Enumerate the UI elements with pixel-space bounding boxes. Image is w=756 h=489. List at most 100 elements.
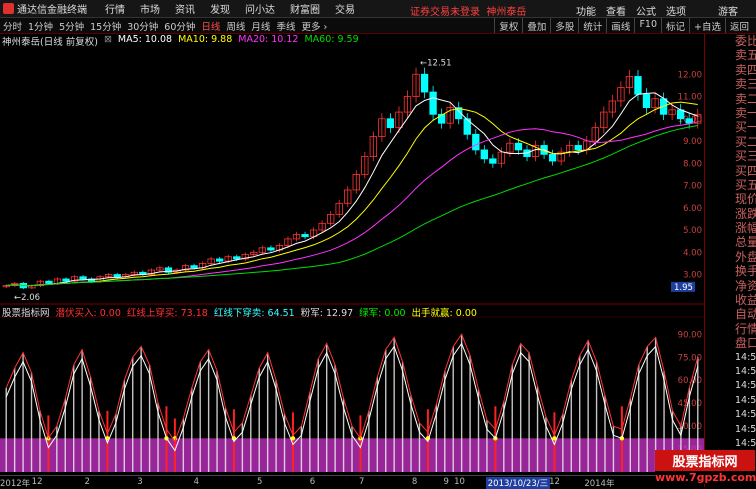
quote-label: 14:50: [735, 394, 756, 406]
candle-body: [233, 256, 241, 260]
chart-tools: 复权 叠加 多股 统计 画线 F10 标记 +自选 返回: [494, 18, 753, 33]
main-menu: 行情 市场 资讯 发现 问小达 财富圈 交易: [105, 1, 355, 16]
period-60min[interactable]: 60分钟: [164, 19, 195, 33]
candle-body: [113, 274, 121, 278]
period-5min[interactable]: 5分钟: [59, 19, 84, 33]
menu-item-caifuquan[interactable]: 财富圈: [290, 1, 320, 16]
chart-toolbar: 分时 1分钟 5分钟 15分钟 30分钟 60分钟 日线 周线 月线 季线 更多…: [0, 18, 756, 34]
low-price-label: ←2.06: [14, 293, 40, 303]
period-1min[interactable]: 1分钟: [28, 19, 53, 33]
price-tick-label: 11.00: [678, 93, 702, 103]
field-fenjun: 粉军: 12.97: [300, 308, 354, 319]
notice-stock: 神州泰岳: [486, 7, 527, 18]
ma20-line: [6, 121, 698, 287]
date-tick: 2013/10/23/三: [485, 477, 551, 489]
candle-body: [216, 258, 224, 262]
quote-label: 卖一: [735, 105, 756, 120]
quote-label: 净资: [735, 278, 756, 293]
date-tick: 3: [137, 477, 143, 487]
menu-item-wenxiaoda[interactable]: 问小达: [245, 1, 275, 16]
quote-label: 行情: [735, 321, 756, 336]
menu-item-jiaoyi[interactable]: 交易: [335, 1, 355, 16]
price-tick-label: 12.00: [678, 70, 702, 80]
quote-label: 自动: [735, 307, 756, 322]
login-status: 证券交易未登录: [410, 7, 480, 18]
tool-back[interactable]: 返回: [724, 18, 753, 33]
candle-body: [514, 142, 523, 151]
date-tick: 2012年: [0, 479, 31, 489]
menu-item-hangqing[interactable]: 行情: [105, 1, 125, 16]
period-weekly[interactable]: 周线: [226, 19, 245, 33]
date-tick: 2014年: [584, 479, 615, 489]
app-title: 通达信金融终端: [17, 5, 87, 16]
price-tick-label: 4.00: [683, 248, 702, 258]
menu-item-chakan[interactable]: 查看: [606, 3, 626, 18]
tool-diejia[interactable]: 叠加: [522, 18, 550, 33]
candle-body: [79, 276, 87, 280]
candle-body: [190, 265, 198, 269]
period-quarterly[interactable]: 季线: [276, 19, 295, 33]
tool-duogu[interactable]: 多股: [550, 18, 578, 33]
menu-item-zixun[interactable]: 资讯: [175, 1, 195, 16]
current-price-label: 1.95: [674, 283, 693, 293]
quote-label: 收益: [735, 293, 756, 308]
indicator-info: 股票指标网 潜伏买入: 0.00 红线上穿买: 73.18 红线下穿卖: 64.…: [2, 305, 477, 319]
price-tick-label: 3.00: [683, 271, 702, 281]
field-hongxian-down: 红线下穿卖: 64.51: [213, 308, 295, 319]
price-chart[interactable]: 12.0011.0010.009.008.007.006.005.004.003…: [0, 34, 704, 474]
quote-label: 卖四: [735, 62, 756, 77]
date-tick: 7: [359, 477, 365, 487]
period-30min[interactable]: 30分钟: [127, 19, 158, 33]
tool-f10[interactable]: F10: [634, 18, 661, 33]
tool-tongji[interactable]: 统计: [578, 18, 606, 33]
price-tick-label: 5.00: [683, 226, 702, 236]
menu-item-shichang[interactable]: 市场: [140, 1, 160, 16]
quote-label: 14:50: [735, 380, 756, 392]
watermark-url: www.7gpzb.com: [655, 471, 756, 484]
candle-body: [472, 133, 480, 151]
period-more[interactable]: 更多 ›: [301, 19, 327, 33]
quote-label: 盘口: [735, 336, 756, 351]
quote-label: 买一: [735, 120, 756, 135]
price-tick-label: 7.00: [683, 182, 702, 192]
date-tick: 12: [549, 477, 560, 487]
field-hongxian-up: 红线上穿买: 73.18: [126, 308, 208, 319]
menu-item-gongshi[interactable]: 公式: [636, 3, 656, 18]
ma10-line: [6, 101, 698, 287]
menu-item-gongneng[interactable]: 功能: [576, 3, 596, 18]
candle-body: [480, 149, 488, 160]
menu-item-faxian[interactable]: 发现: [210, 1, 230, 16]
candle-body: [386, 118, 395, 129]
period-monthly[interactable]: 月线: [251, 19, 270, 33]
period-15min[interactable]: 15分钟: [90, 19, 121, 33]
quote-label: 买五: [735, 177, 756, 192]
date-tick: 12: [31, 477, 43, 487]
quote-label: 涨幅: [735, 221, 756, 236]
tool-add-favorite[interactable]: +自选: [689, 18, 725, 33]
date-tick: 5: [256, 477, 263, 487]
login-notice[interactable]: 证券交易未登录 神州泰岳: [410, 3, 526, 18]
indicator-name: 股票指标网: [2, 308, 50, 319]
period-daily[interactable]: 日线: [201, 19, 220, 33]
quote-label: 换手: [735, 264, 756, 279]
quote-label: 卖二: [735, 91, 756, 106]
tool-biaoji[interactable]: 标记: [661, 18, 689, 33]
high-price-label: ←12.51: [420, 58, 451, 68]
price-tick-label: 6.00: [683, 204, 702, 214]
candle-body: [62, 278, 70, 282]
account-label[interactable]: 游客: [718, 3, 738, 18]
field-chushou: 出手就赢: 0.00: [411, 308, 477, 319]
quote-panel: 委比 卖五 卖四 卖三 卖二 卖一 买一 买二 买三 买四 买五 现价 涨跌 涨幅 总量 外盘 换手 净资 收益 自动…: [704, 34, 756, 487]
tool-huaxian[interactable]: 画线: [606, 18, 634, 33]
period-fenshi[interactable]: 分时: [3, 19, 22, 33]
menu-item-xuanxiang[interactable]: 选项: [666, 3, 686, 18]
candle-body: [301, 234, 309, 238]
quote-label: 买四: [735, 163, 756, 178]
period-selector: 分时 1分钟 5分钟 15分钟 30分钟 60分钟 日线 周线 月线 季线 更多…: [0, 19, 327, 33]
tool-fuquan[interactable]: 复权: [494, 18, 522, 33]
watermark: 股票指标网 www.7gpzb.com: [655, 450, 756, 484]
quote-label: 14:50: [735, 409, 756, 421]
quote-label: 现价: [735, 192, 756, 207]
field-lvjun: 绿军: 0.00: [359, 308, 406, 319]
ma5-line: [6, 92, 698, 287]
